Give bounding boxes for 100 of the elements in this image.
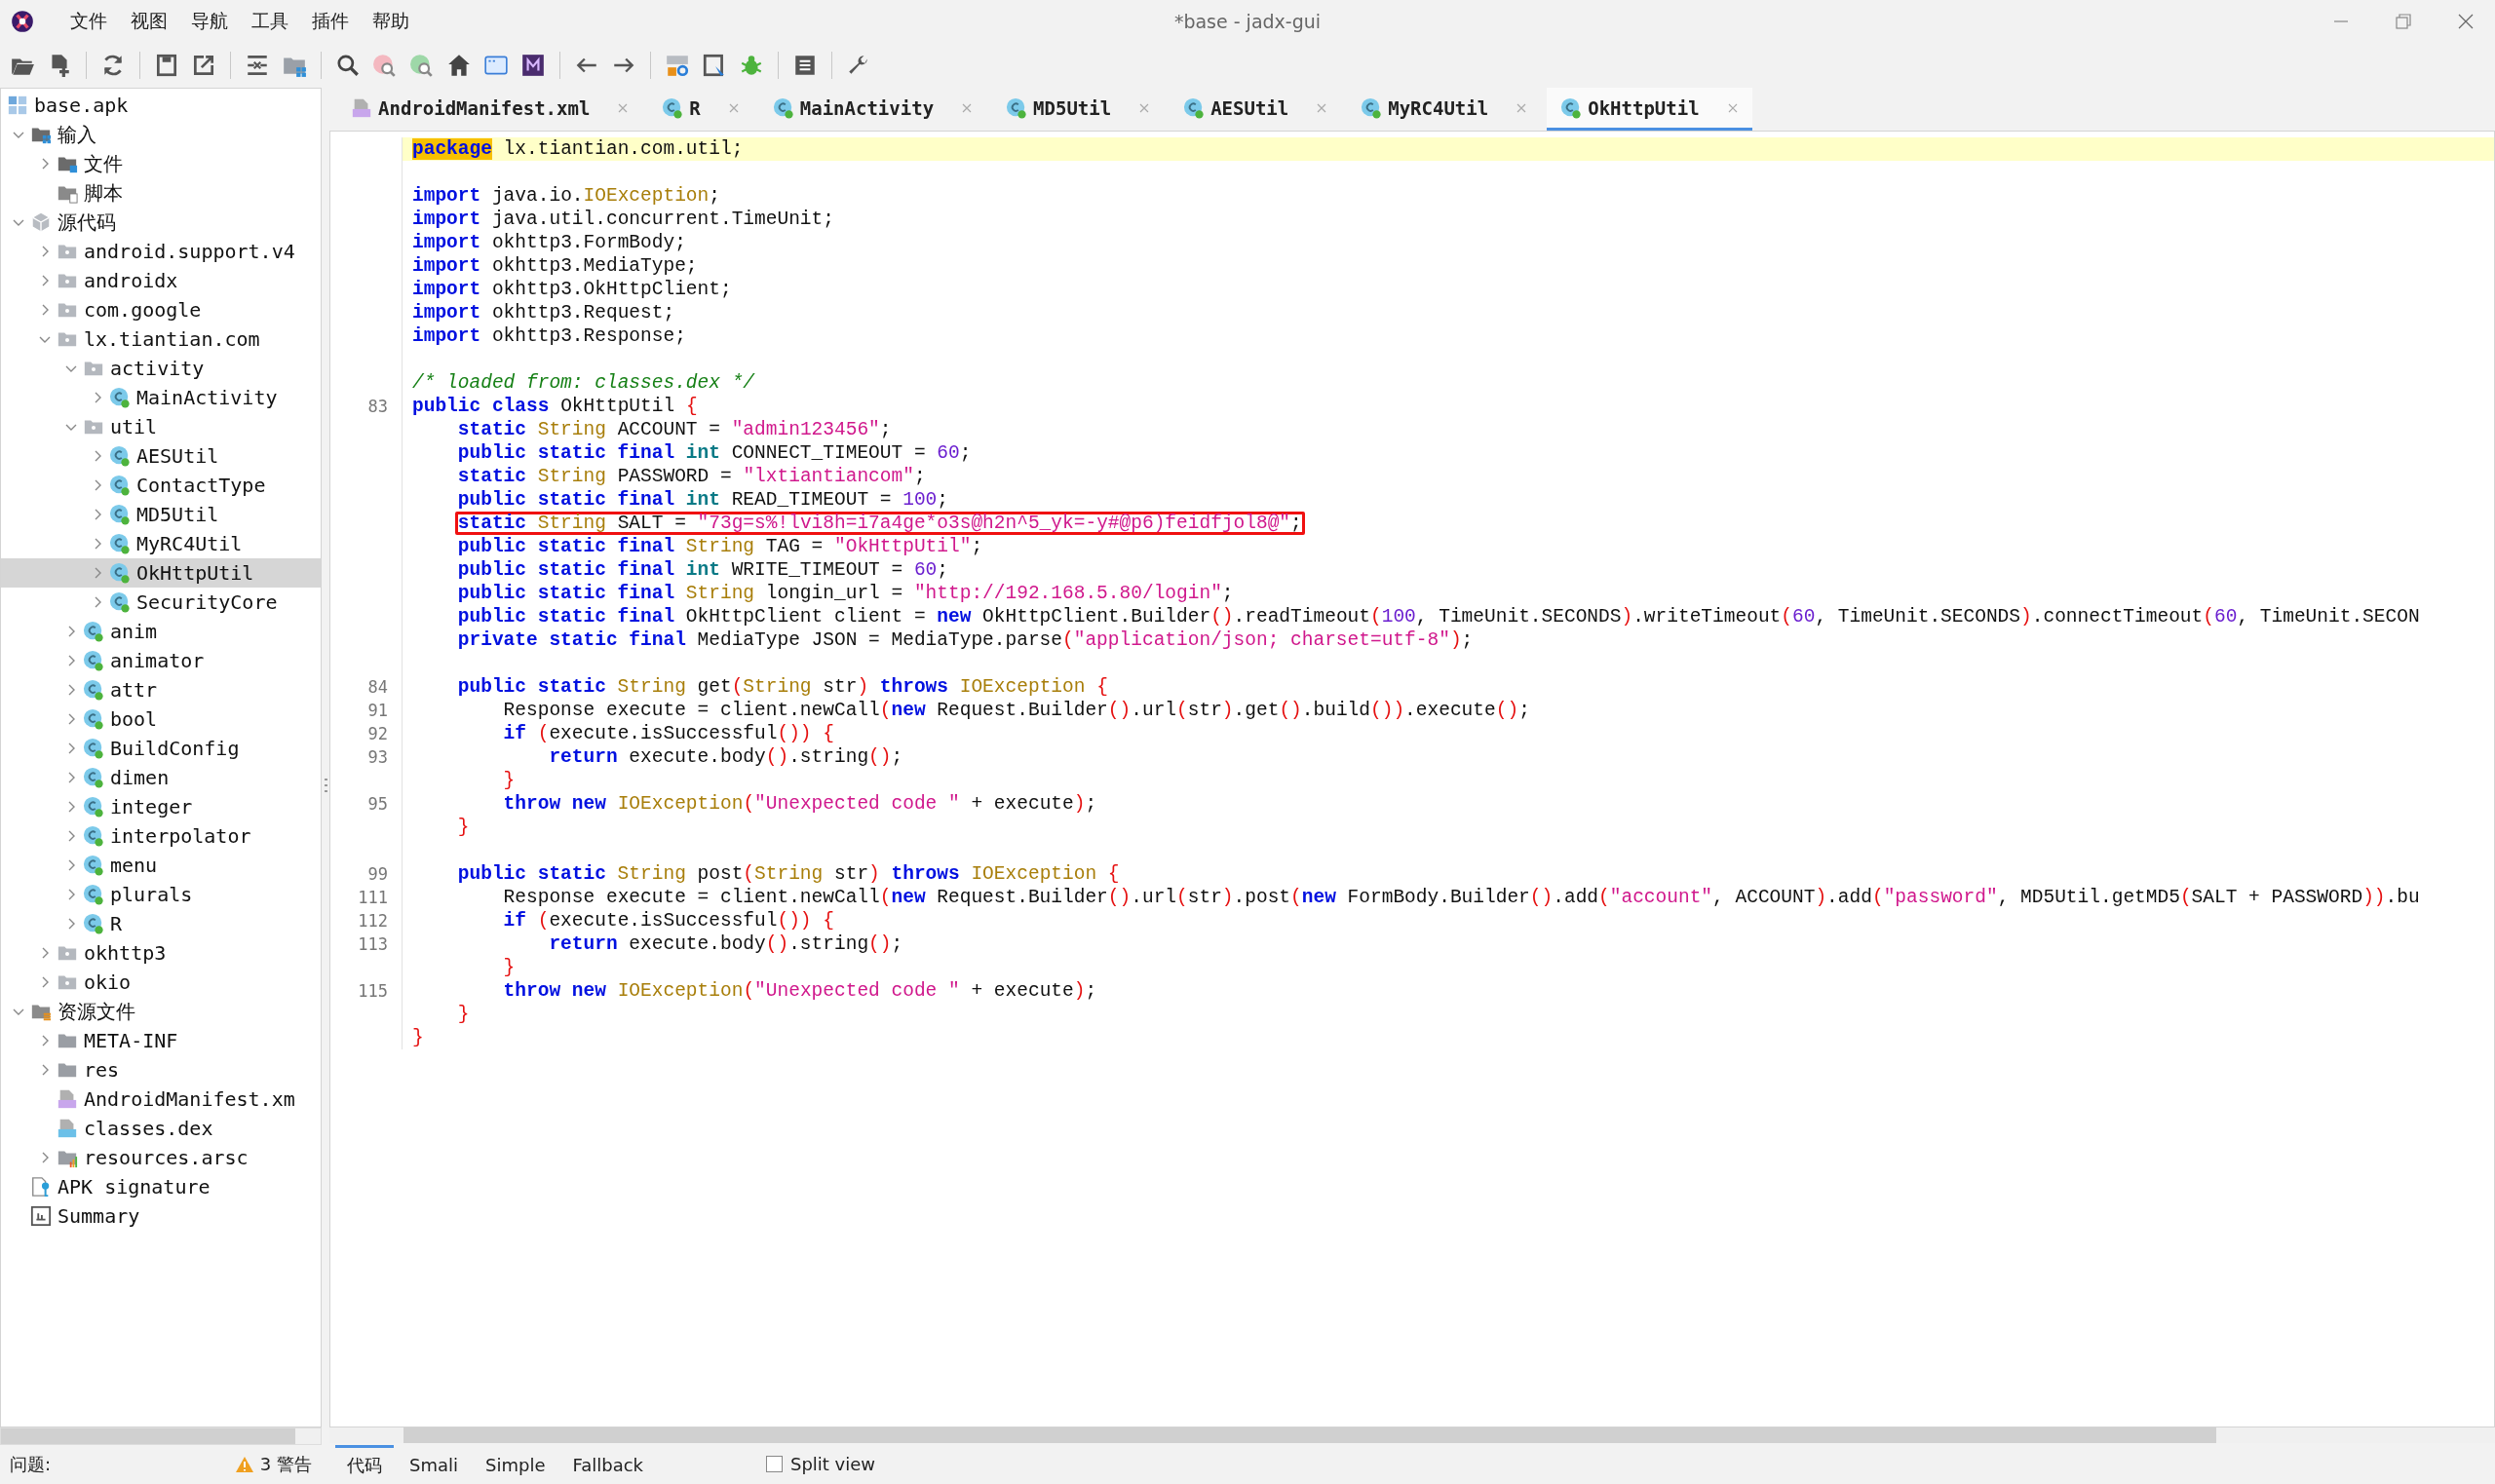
code-line: Response execute = client.newCall(new Request.Builder().url(str).get().build()).execute(); <box>502 699 1531 722</box>
usage-search-icon[interactable] <box>409 53 435 78</box>
tree-item[interactable]: OkHttpUtil <box>1 558 321 588</box>
tree-item[interactable]: okio <box>1 968 321 997</box>
code-line: public static String get(String str) throws IOException { <box>456 675 1109 699</box>
view-tab[interactable]: Fallback <box>560 1446 655 1481</box>
tree-item[interactable]: interpolator <box>1 821 321 851</box>
menu-item[interactable]: 工具 <box>240 5 300 38</box>
code-line: } <box>502 956 517 979</box>
square-logo-icon[interactable] <box>520 53 546 78</box>
code-line: public static String post(String str) throws IOException { <box>456 862 1121 886</box>
class-icon <box>109 445 131 467</box>
code-line: public class OkHttpUtil { <box>411 395 699 418</box>
list-icon[interactable] <box>792 53 818 78</box>
file-tab[interactable]: MyRC4Util <box>1347 88 1542 131</box>
class-icon <box>1183 96 1206 119</box>
restore-icon[interactable] <box>2394 12 2413 31</box>
expand-lines-icon[interactable] <box>245 53 270 78</box>
tree-item[interactable]: resources.arsc <box>1 1143 321 1172</box>
tree-item[interactable]: com.google <box>1 295 321 324</box>
tree-item[interactable]: okhttp3 <box>1 938 321 968</box>
tree-item[interactable]: 输入 <box>1 120 321 149</box>
tree-item[interactable]: bool <box>1 704 321 734</box>
class-icon <box>83 913 104 934</box>
menu-item[interactable]: 文件 <box>58 5 119 38</box>
tree-item[interactable]: Summary <box>1 1201 321 1231</box>
tree-item[interactable]: attr <box>1 675 321 704</box>
tree-item[interactable]: MyRC4Util <box>1 529 321 558</box>
close-icon[interactable] <box>2456 12 2476 31</box>
apk-grid-icon <box>7 95 28 116</box>
class-icon <box>83 650 104 671</box>
class-icon <box>1560 96 1583 119</box>
class-icon <box>83 679 104 701</box>
tree-item[interactable]: lx.tiantian.com <box>1 324 321 354</box>
scrollbar-thumb[interactable] <box>403 1427 2216 1443</box>
menu-item[interactable]: 帮助 <box>361 5 421 38</box>
close-icon[interactable] <box>1726 101 1739 114</box>
tree-item[interactable]: android.support.v4 <box>1 237 321 266</box>
manifest-file-icon <box>57 1088 78 1110</box>
tree-item[interactable]: AESUtil <box>1 441 321 471</box>
cube-icon <box>30 211 52 233</box>
tree-item[interactable]: ContactType <box>1 471 321 500</box>
tree-item[interactable]: AndroidManifest.xm <box>1 1084 321 1114</box>
code-line: public static final int WRITE_TIMEOUT = 60; <box>456 558 949 582</box>
menu-item[interactable]: 导航 <box>179 5 240 38</box>
line-number: 99 <box>367 864 388 884</box>
tree-item[interactable]: R <box>1 909 321 938</box>
code-line: } <box>456 1003 471 1026</box>
tree-item[interactable]: integer <box>1 792 321 821</box>
tree-item[interactable]: BuildConfig <box>1 734 321 763</box>
file-tab[interactable]: MD5Util <box>992 88 1165 131</box>
view-tab[interactable]: Smali <box>398 1446 470 1481</box>
class-icon <box>1006 96 1028 119</box>
tree-item[interactable]: 脚本 <box>1 178 321 208</box>
file-tab[interactable]: OkHttpUtil <box>1547 88 1752 131</box>
file-tab[interactable]: AESUtil <box>1170 88 1342 131</box>
warning-count[interactable]: 3 警告 <box>259 1453 312 1476</box>
tree-item[interactable]: MainActivity <box>1 383 321 412</box>
class-icon <box>109 533 131 554</box>
menu-item[interactable]: 视图 <box>119 5 179 38</box>
tree-item[interactable]: menu <box>1 851 321 880</box>
tree-item[interactable]: 源代码 <box>1 208 321 237</box>
home-icon[interactable] <box>446 53 472 78</box>
code-line: import okhttp3.Response; <box>411 324 687 348</box>
tree-item[interactable]: anim <box>1 617 321 646</box>
tree-item[interactable]: activity <box>1 354 321 383</box>
code-line: return execute.body().string(); <box>548 932 904 956</box>
tree-item[interactable]: 文件 <box>1 149 321 178</box>
tree-item[interactable]: dimen <box>1 763 321 792</box>
export-icon[interactable] <box>191 53 216 78</box>
file-tab[interactable]: R <box>648 88 753 131</box>
view-tab[interactable]: 代码 <box>335 1444 394 1483</box>
tree-item[interactable]: androidx <box>1 266 321 295</box>
tree-item[interactable]: META-INF <box>1 1026 321 1055</box>
tree-item[interactable]: res <box>1 1055 321 1084</box>
class-search-icon[interactable] <box>372 53 398 78</box>
scrollbar-thumb[interactable] <box>1 1428 295 1444</box>
tree-item[interactable]: 资源文件 <box>1 997 321 1026</box>
code-line: static String ACCOUNT = "admin123456"; <box>456 418 893 441</box>
bug-icon[interactable] <box>739 53 764 78</box>
tree-item[interactable]: SecurityCore <box>1 588 321 617</box>
dex-file-icon <box>57 1118 78 1139</box>
tree-item[interactable]: APK signature <box>1 1172 321 1201</box>
tree-item[interactable]: animator <box>1 646 321 675</box>
code-line: import okhttp3.OkHttpClient; <box>411 278 733 301</box>
view-tab[interactable]: Simple <box>474 1446 557 1481</box>
line-number: 95 <box>367 794 388 814</box>
file-tab[interactable]: AndroidManifest.xml <box>337 88 643 131</box>
file-tab[interactable]: MainActivity <box>758 88 987 131</box>
tree-item[interactable]: classes.dex <box>1 1114 321 1143</box>
save-icon[interactable] <box>154 53 179 78</box>
split-view-checkbox[interactable] <box>766 1455 783 1472</box>
tree-item[interactable]: plurals <box>1 880 321 909</box>
class-icon <box>109 562 131 584</box>
search-icon[interactable] <box>335 53 361 78</box>
tree-item[interactable]: base.apk <box>1 91 321 120</box>
tree-item[interactable]: MD5Util <box>1 500 321 529</box>
code-line: if (execute.isSuccessful()) { <box>502 722 835 745</box>
menu-item[interactable]: 插件 <box>300 5 361 38</box>
tree-item[interactable]: util <box>1 412 321 441</box>
